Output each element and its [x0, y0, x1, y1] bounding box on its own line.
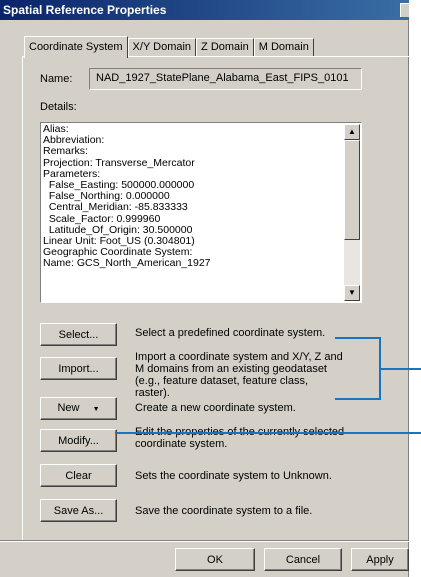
ok-button[interactable]: OK — [175, 548, 255, 571]
name-field: NAD_1927_StatePlane_Alabama_East_FIPS_01… — [89, 68, 362, 90]
title-bar-button[interactable] — [400, 3, 409, 17]
triangle-down-icon: ▼ — [92, 406, 100, 413]
triangle-up-icon[interactable]: ▲ — [344, 124, 360, 140]
new-description: Create a new coordinate system. — [135, 402, 296, 414]
clear-description: Sets the coordinate system to Unknown. — [135, 470, 332, 482]
spatial-reference-dialog: Spatial Reference Properties Coordinate … — [0, 0, 409, 577]
callout-line-bottom — [335, 398, 381, 400]
tab-xy-domain[interactable]: X/Y Domain — [127, 38, 197, 57]
footer-separator — [0, 540, 409, 542]
new-button[interactable]: New ▼ — [40, 397, 117, 420]
window-title: Spatial Reference Properties — [3, 3, 167, 17]
name-label: Name: — [40, 73, 73, 85]
title-bar: Spatial Reference Properties — [0, 0, 409, 20]
modify-button[interactable]: Modify... — [40, 429, 117, 452]
callout-line-top — [335, 337, 380, 339]
select-description: Select a predefined coordinate system. — [135, 327, 326, 339]
tab-coordinate-system[interactable]: Coordinate System — [24, 36, 128, 58]
cancel-button[interactable]: Cancel — [264, 548, 342, 571]
details-label: Details: — [40, 101, 77, 113]
import-description: Import a coordinate system and X/Y, Z an… — [135, 351, 343, 399]
save-as-description: Save the coordinate system to a file. — [135, 505, 313, 517]
callout-line-out — [380, 368, 421, 370]
save-as-button[interactable]: Save As... — [40, 499, 117, 522]
details-textbox[interactable]: Alias: Abbreviation: Remarks: Projection… — [40, 122, 362, 303]
select-button[interactable]: Select... — [40, 323, 117, 346]
apply-button[interactable]: Apply — [351, 548, 409, 571]
details-scrollbar[interactable]: ▲ ▼ — [344, 124, 360, 301]
tab-strip: Coordinate System X/Y Domain Z Domain M … — [24, 36, 314, 58]
clear-button[interactable]: Clear — [40, 464, 117, 487]
import-button[interactable]: Import... — [40, 357, 117, 380]
details-text: Alias: Abbreviation: Remarks: Projection… — [43, 124, 211, 270]
tab-z-domain[interactable]: Z Domain — [196, 38, 254, 57]
triangle-down-icon[interactable]: ▼ — [344, 285, 360, 301]
tab-m-domain[interactable]: M Domain — [253, 38, 314, 57]
modify-description: Edit the properties of the currently sel… — [135, 426, 344, 450]
callout-line-modify — [115, 432, 421, 434]
scroll-thumb[interactable] — [344, 140, 360, 240]
new-button-label: New — [57, 402, 80, 414]
